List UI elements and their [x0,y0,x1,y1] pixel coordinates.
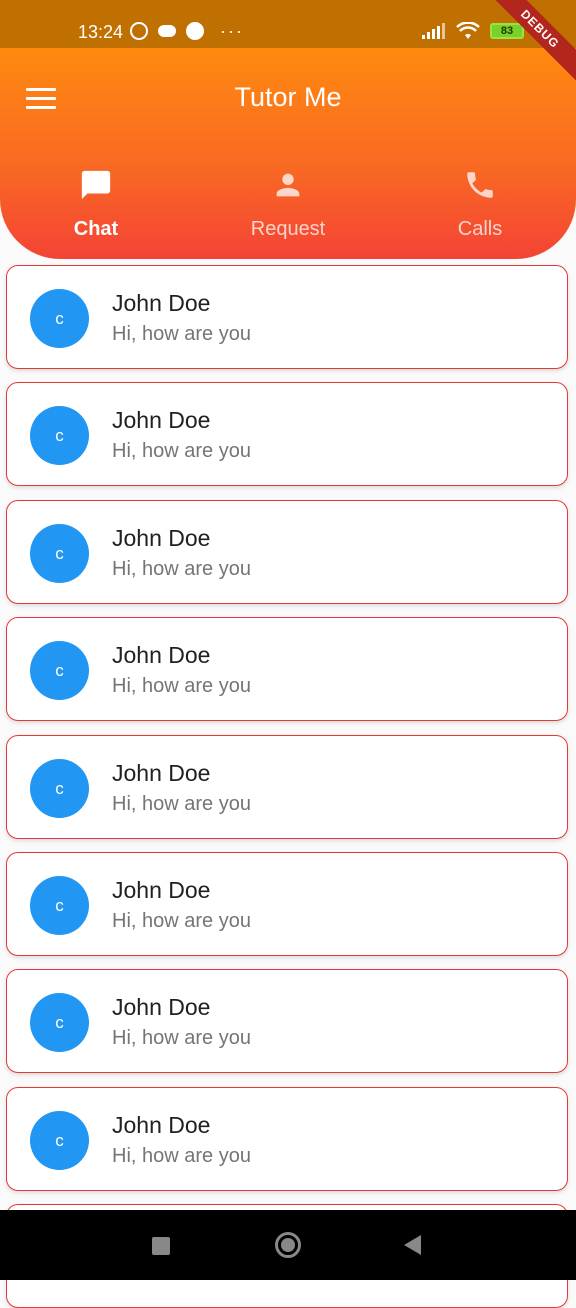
last-message: Hi, how are you [112,1145,251,1167]
wifi-icon [456,22,480,39]
chat-bubble-icon [81,170,111,200]
contact-name: John Doe [112,407,211,433]
contact-name: John Doe [112,760,211,786]
notification-icons: ··· [126,22,244,40]
avatar: c [30,406,89,465]
avatar: c [30,759,89,818]
person-icon [276,173,300,197]
more-notifications-icon: ··· [220,21,244,41]
chat-list-item[interactable]: c John Doe Hi, how are you [6,382,568,486]
chat-list-item[interactable]: c John Doe Hi, how are you [6,1087,568,1191]
contact-name: John Doe [112,525,211,551]
chat-list-item[interactable]: c John Doe Hi, how are you [6,500,568,604]
chat-list-item[interactable]: c John Doe Hi, how are you [6,852,568,956]
last-message: Hi, how are you [112,558,251,580]
contact-name: John Doe [112,1112,211,1138]
whatsapp-icon [130,22,148,40]
last-message: Hi, how are you [112,793,251,815]
avatar: c [30,289,89,348]
avatar: c [30,876,89,935]
avatar: c [30,524,89,583]
chat-list-item[interactable]: c John Doe Hi, how are you [6,265,568,369]
status-time: 13:24 [78,22,124,42]
contact-name: John Doe [112,290,211,316]
last-message: Hi, how are you [112,323,251,345]
back-icon[interactable] [404,1235,421,1255]
contact-name: John Doe [112,642,211,668]
tab-request-label: Request [250,218,326,240]
app-title: Tutor Me [234,82,342,112]
system-icons: 83 [422,22,524,40]
avatar: c [30,641,89,700]
last-message: Hi, how are you [112,1027,251,1049]
tab-bar: Chat Request Calls [0,160,576,259]
tab-calls[interactable]: Calls [384,160,576,259]
home-icon[interactable] [275,1232,301,1258]
chat-list-item[interactable]: c John Doe Hi, how are you [6,617,568,721]
tab-request[interactable]: Request [192,160,384,259]
last-message: Hi, how are you [112,440,251,462]
tab-chat[interactable]: Chat [0,160,192,259]
battery-icon: 83 [490,23,524,39]
game-icon [158,25,176,37]
app-notification-icon [186,22,204,40]
chat-list-item[interactable]: c John Doe Hi, how are you [6,735,568,839]
avatar: c [30,1111,89,1170]
avatar: c [30,993,89,1052]
tab-calls-label: Calls [457,218,503,240]
last-message: Hi, how are you [112,675,251,697]
tab-chat-label: Chat [73,218,119,240]
contact-name: John Doe [112,994,211,1020]
contact-name: John Doe [112,877,211,903]
signal-icon [422,23,445,39]
phone-icon [467,172,493,198]
last-message: Hi, how are you [112,910,251,932]
chat-list-item[interactable]: c John Doe Hi, how are you [6,969,568,1073]
status-bar: 13:24 ··· 83 [0,0,576,48]
system-nav-bar [0,1210,576,1280]
app-header: Tutor Me Chat Request Calls [0,48,576,259]
recents-icon[interactable] [152,1237,170,1255]
